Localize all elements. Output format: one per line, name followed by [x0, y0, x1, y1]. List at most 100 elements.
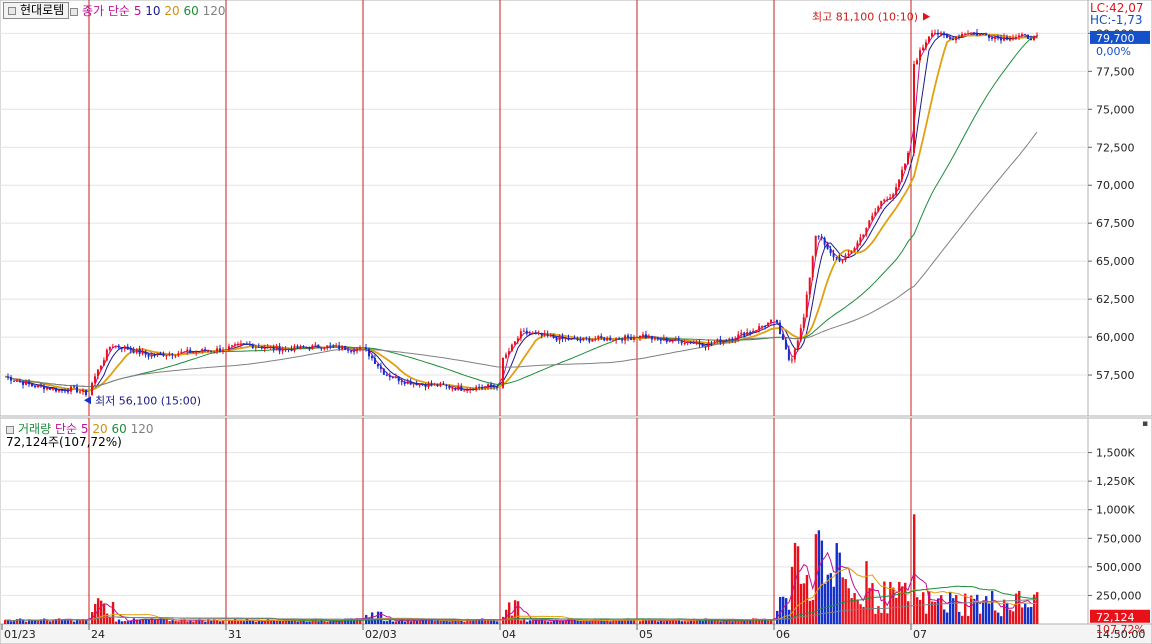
candle-body [344, 346, 347, 350]
candle-body [859, 237, 862, 243]
time-tick-label: 04 [502, 628, 516, 641]
volume-panel[interactable] [0, 417, 1089, 625]
volume-bar [656, 621, 660, 624]
candle-body [820, 236, 823, 238]
candle-body [198, 351, 201, 353]
candle-body [272, 346, 275, 350]
candle-body [856, 242, 859, 249]
candle-body [439, 383, 442, 387]
candle-body [275, 346, 278, 350]
candle-body [510, 344, 513, 352]
volume-bar [162, 619, 165, 624]
candle-body [913, 64, 915, 153]
volume-bar [546, 621, 550, 624]
volume-bar [820, 540, 824, 624]
volume-bar [329, 621, 332, 624]
candle-body [528, 333, 531, 335]
candle-body [174, 355, 177, 357]
volume-bar [403, 621, 407, 624]
candle-body [266, 346, 269, 348]
candle-body [120, 347, 123, 350]
candle-body [61, 389, 63, 391]
volume-bar [64, 620, 67, 624]
volume-bar [767, 620, 770, 624]
candle-body [826, 244, 829, 249]
candle-body [665, 338, 668, 342]
candle-body [490, 384, 493, 387]
volume-bar [278, 620, 282, 624]
candle-body [1030, 38, 1032, 41]
price-tick-label: 57,500 [1096, 369, 1135, 382]
volume-bar [722, 620, 725, 624]
candle-body [922, 47, 924, 51]
candle-body [370, 356, 373, 359]
volume-bar [979, 613, 982, 624]
candle-body [326, 345, 329, 349]
volume-bar [588, 621, 591, 624]
candle-body [132, 350, 135, 353]
candle-body [689, 341, 692, 344]
stock-name-button[interactable]: 현대로템 [3, 2, 70, 19]
candle-body [814, 235, 817, 257]
candle-body [555, 338, 558, 341]
candle-body [487, 384, 490, 387]
candle-body [793, 349, 796, 360]
candle-body [641, 334, 644, 336]
candle-body [183, 351, 186, 353]
candle-body [838, 257, 841, 262]
volume-bar [967, 615, 970, 624]
candle-body [895, 187, 898, 195]
candle-body [746, 332, 749, 336]
volume-bar [713, 620, 716, 624]
candle-body [805, 294, 808, 318]
volume-bar [385, 621, 389, 624]
volume-bar [749, 620, 752, 624]
candle-body [168, 353, 171, 356]
candle-body [686, 341, 689, 344]
candle-body [737, 334, 740, 339]
volume-bar [528, 620, 532, 624]
volume-bar [543, 620, 547, 624]
candle-body [46, 387, 48, 390]
volume-bar [519, 620, 523, 624]
candle-body [710, 342, 713, 344]
volume-bar [994, 610, 997, 624]
volume-bar [880, 612, 883, 624]
candle-body [603, 337, 606, 341]
volume-bar [997, 612, 1000, 624]
candle-body [955, 36, 957, 41]
candle-body [147, 354, 150, 357]
candle-body [573, 338, 576, 340]
ma-legend[interactable]: 종가 단순 5 10 20 60 120 [70, 2, 226, 19]
candle-body [403, 382, 406, 384]
candle-body [34, 386, 36, 388]
candle-body [755, 330, 758, 332]
candle-body [817, 235, 820, 237]
candle-body [543, 333, 546, 336]
volume-bar [841, 577, 844, 624]
volume-bar [907, 601, 910, 624]
volume-bar [787, 609, 791, 624]
candle-body [534, 333, 537, 335]
candle-body [558, 336, 561, 341]
candle-body [716, 339, 719, 342]
candle-body [379, 366, 382, 369]
candle-body [365, 347, 367, 349]
volume-bar [1027, 607, 1030, 624]
candle-body [674, 338, 677, 341]
volume-bar [245, 618, 249, 624]
candle-body [135, 349, 138, 353]
candle-body [701, 344, 704, 347]
panel-collapse-icon[interactable]: ▪ [1142, 419, 1148, 429]
candle-body [257, 346, 260, 348]
stock-chart[interactable]: 57,500 60,000 62,500 65,000 67,500 70,000 72,5… [0, 0, 1152, 644]
candle-body [552, 335, 555, 339]
volume-bar [603, 620, 606, 624]
candle-body [159, 353, 162, 355]
volume-bar [609, 621, 612, 624]
candle-body [659, 339, 662, 341]
volume-bar [102, 604, 106, 624]
volume-bar [73, 621, 76, 624]
candle-body [537, 333, 540, 335]
volume-bar [946, 612, 949, 624]
